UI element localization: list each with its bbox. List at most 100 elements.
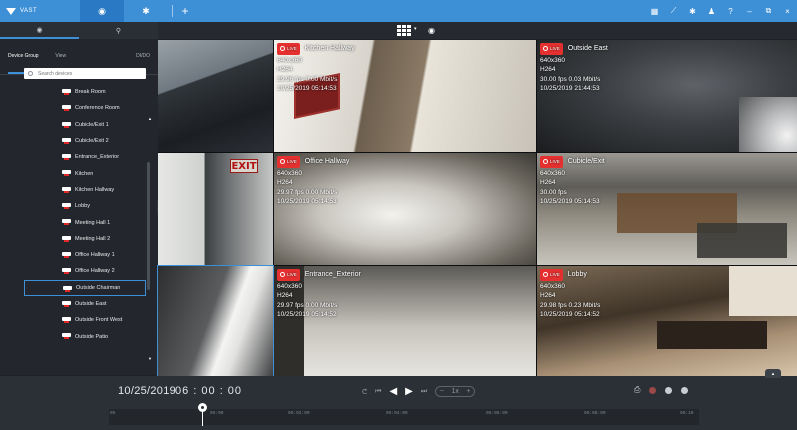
camera-tile[interactable]: EXIT bbox=[158, 153, 273, 265]
scroll-down-icon[interactable]: ▼ bbox=[148, 356, 152, 361]
device-item[interactable]: Office Hallway 1 bbox=[24, 247, 146, 263]
last-frame-icon[interactable]: ⏭ bbox=[421, 388, 427, 396]
device-label: Outside Front West bbox=[75, 317, 123, 324]
device-list-scrollbar[interactable] bbox=[147, 162, 150, 290]
timeline-cursor-knob[interactable] bbox=[198, 403, 207, 412]
device-item[interactable]: Meeting Hall 2 bbox=[24, 231, 146, 247]
device-item[interactable]: Lobby bbox=[24, 198, 146, 214]
first-frame-icon[interactable]: ⏮ bbox=[375, 388, 381, 396]
add-tab-button[interactable]: + bbox=[177, 4, 193, 18]
camera-icon bbox=[62, 89, 71, 95]
device-item[interactable]: Cubicle/Exit 2 bbox=[24, 133, 146, 149]
device-label: Cubicle/Exit 1 bbox=[75, 121, 109, 128]
speed-down-icon[interactable]: − bbox=[440, 388, 444, 395]
camera-icon bbox=[62, 186, 71, 193]
device-label: Cubicle/Exit 2 bbox=[75, 138, 109, 145]
camera-tile[interactable]: LIVE Kitchen Hallway 640x360 H264 29.96 fps … bbox=[274, 40, 536, 152]
device-list: Break Room Conference Room Cubicle/Exit 1 C… bbox=[24, 84, 146, 345]
device-item[interactable]: Entrance_Exterior bbox=[24, 149, 146, 165]
app-window: VAST ◉ ✱ + ▦ ⟋ ✱ ♟ ? – ⧉ × ◉ ⚲ Device Gr… bbox=[0, 0, 797, 430]
camera-tile[interactable] bbox=[157, 265, 274, 379]
playback-date[interactable]: 10/25/2019 bbox=[118, 385, 176, 397]
sync-icon[interactable]: ᕦ bbox=[362, 388, 367, 396]
camera-osd: LIVE Entrance_Exterior 640x360 H264 29.97 fp… bbox=[277, 269, 361, 320]
device-item[interactable]: Outside Chairman bbox=[24, 279, 146, 296]
play-icon[interactable]: ▶ bbox=[405, 386, 413, 397]
live-badge: LIVE bbox=[540, 269, 563, 281]
device-item[interactable]: Kitchen Hallway bbox=[24, 182, 146, 198]
user-icon[interactable]: ♟ bbox=[702, 7, 721, 16]
camera-tile[interactable]: LIVE Cubicle/Exit 640x360 H264 30.00 fps 10/2… bbox=[537, 153, 797, 265]
zoom-in-icon[interactable] bbox=[681, 386, 689, 394]
timeline-tick-label: 06:06:00 bbox=[486, 411, 508, 416]
camera-icon bbox=[62, 154, 71, 161]
camera-rate: 30.00 fps bbox=[540, 188, 567, 196]
camera-rate: 29.98 fps 0.23 Mbit/s bbox=[540, 301, 601, 309]
export-icon[interactable]: ⎙ bbox=[634, 385, 640, 395]
camera-name: Entrance_Exterior bbox=[304, 271, 361, 278]
camera-name: Office Hallway bbox=[304, 158, 350, 165]
device-item[interactable]: Outside Patio bbox=[24, 328, 146, 344]
device-item[interactable]: Conference Room bbox=[24, 100, 146, 116]
camera-osd: LIVE Lobby 640x360 H264 29.98 fps 0.23 Mbit/… bbox=[540, 269, 600, 320]
expand-playback-button[interactable]: ▴ bbox=[765, 369, 781, 378]
camera-icon bbox=[62, 317, 71, 324]
restore-icon[interactable]: ⧉ bbox=[759, 6, 778, 16]
tab-liveview[interactable]: ◉ bbox=[80, 0, 124, 22]
statistics-icon[interactable]: ▦ bbox=[645, 7, 664, 16]
eye-icon: ◉ bbox=[36, 26, 43, 34]
camera-icon bbox=[62, 105, 71, 112]
tab-live-devices[interactable]: ◉ bbox=[0, 22, 79, 39]
scroll-up-icon[interactable]: ▲ bbox=[148, 116, 152, 121]
device-item[interactable]: Kitchen bbox=[24, 165, 146, 181]
playback-controls: ᕦ ⏮ ◀ ▶ ⏭ − 1x + bbox=[362, 386, 476, 397]
layout-grid-icon[interactable] bbox=[397, 25, 411, 36]
camera-time: 10/25/2019 21:44:53 bbox=[540, 85, 600, 92]
camera-rate: 30.00 fps 0.03 Mbit/s bbox=[540, 75, 601, 83]
device-label: Kitchen bbox=[75, 170, 94, 177]
camera-tile[interactable]: LIVE Office Hallway 640x360 H264 29.97 fps 0… bbox=[274, 153, 536, 265]
camera-tile[interactable]: LIVE Lobby 640x360 H264 29.98 fps 0.23 Mbit/… bbox=[537, 266, 797, 378]
speed-up-icon[interactable]: + bbox=[466, 388, 470, 395]
play-backward-icon[interactable]: ◀ bbox=[389, 386, 397, 397]
tab-settings[interactable]: ✱ bbox=[124, 0, 168, 22]
minimize-icon[interactable]: – bbox=[740, 7, 759, 16]
timeline-tick-label: 06:04:00 bbox=[386, 411, 408, 416]
camera-codec: H264 bbox=[277, 179, 293, 186]
timeline-tick-label: 06:10 bbox=[680, 411, 694, 416]
camera-time: 10/25/2019 05:14:52 bbox=[277, 311, 337, 318]
camera-codec: H264 bbox=[540, 66, 556, 73]
top-right-icons: ▦ ⟋ ✱ ♟ ? – ⧉ × bbox=[645, 0, 797, 22]
device-search[interactable] bbox=[24, 68, 146, 79]
camera-tile[interactable]: LIVE Outside East 640x360 H264 30.00 fps 0.0… bbox=[537, 40, 797, 152]
view-mode-icon[interactable]: ◉ bbox=[428, 26, 435, 35]
camera-res: 640x360 bbox=[277, 56, 302, 64]
device-item[interactable]: Outside East bbox=[24, 296, 146, 312]
device-item[interactable]: Outside Front West bbox=[24, 312, 146, 328]
camera-res: 640x360 bbox=[540, 282, 565, 290]
camera-name: Lobby bbox=[567, 271, 587, 278]
speed-control[interactable]: − 1x + bbox=[435, 386, 476, 397]
chart-icon[interactable]: ⟋ bbox=[664, 6, 683, 16]
zoom-out-icon[interactable] bbox=[665, 386, 673, 394]
device-item[interactable]: Cubicle/Exit 1 bbox=[24, 117, 146, 133]
device-label: Meeting Hall 1 bbox=[75, 219, 111, 226]
search-input[interactable] bbox=[38, 70, 138, 77]
timeline-tick-label: 06:08:00 bbox=[584, 411, 606, 416]
playback-time[interactable]: 06 : 00 : 00 bbox=[175, 385, 242, 397]
camera-tile[interactable]: LIVE Entrance_Exterior 640x360 H264 29.97 fp… bbox=[274, 266, 536, 378]
tab-search[interactable]: ⚲ bbox=[79, 22, 158, 39]
brand: VAST bbox=[0, 0, 80, 22]
device-item[interactable]: Break Room bbox=[24, 84, 146, 100]
layout-dropdown-icon[interactable]: ▾ bbox=[414, 26, 417, 32]
help-icon[interactable]: ? bbox=[721, 7, 740, 16]
exit-sign: EXIT bbox=[230, 159, 258, 173]
timeline-tick-label: 06:00 bbox=[210, 411, 224, 416]
close-icon[interactable]: × bbox=[778, 7, 797, 16]
camera-tile[interactable] bbox=[158, 40, 273, 152]
device-item[interactable]: Office Hallway 2 bbox=[24, 263, 146, 279]
device-item[interactable]: Meeting Hall 1 bbox=[24, 214, 146, 230]
camera-rate: 29.97 fps 0.00 Mbit/s bbox=[277, 188, 338, 196]
settings-icon[interactable]: ✱ bbox=[683, 7, 702, 16]
record-icon[interactable] bbox=[649, 386, 657, 394]
